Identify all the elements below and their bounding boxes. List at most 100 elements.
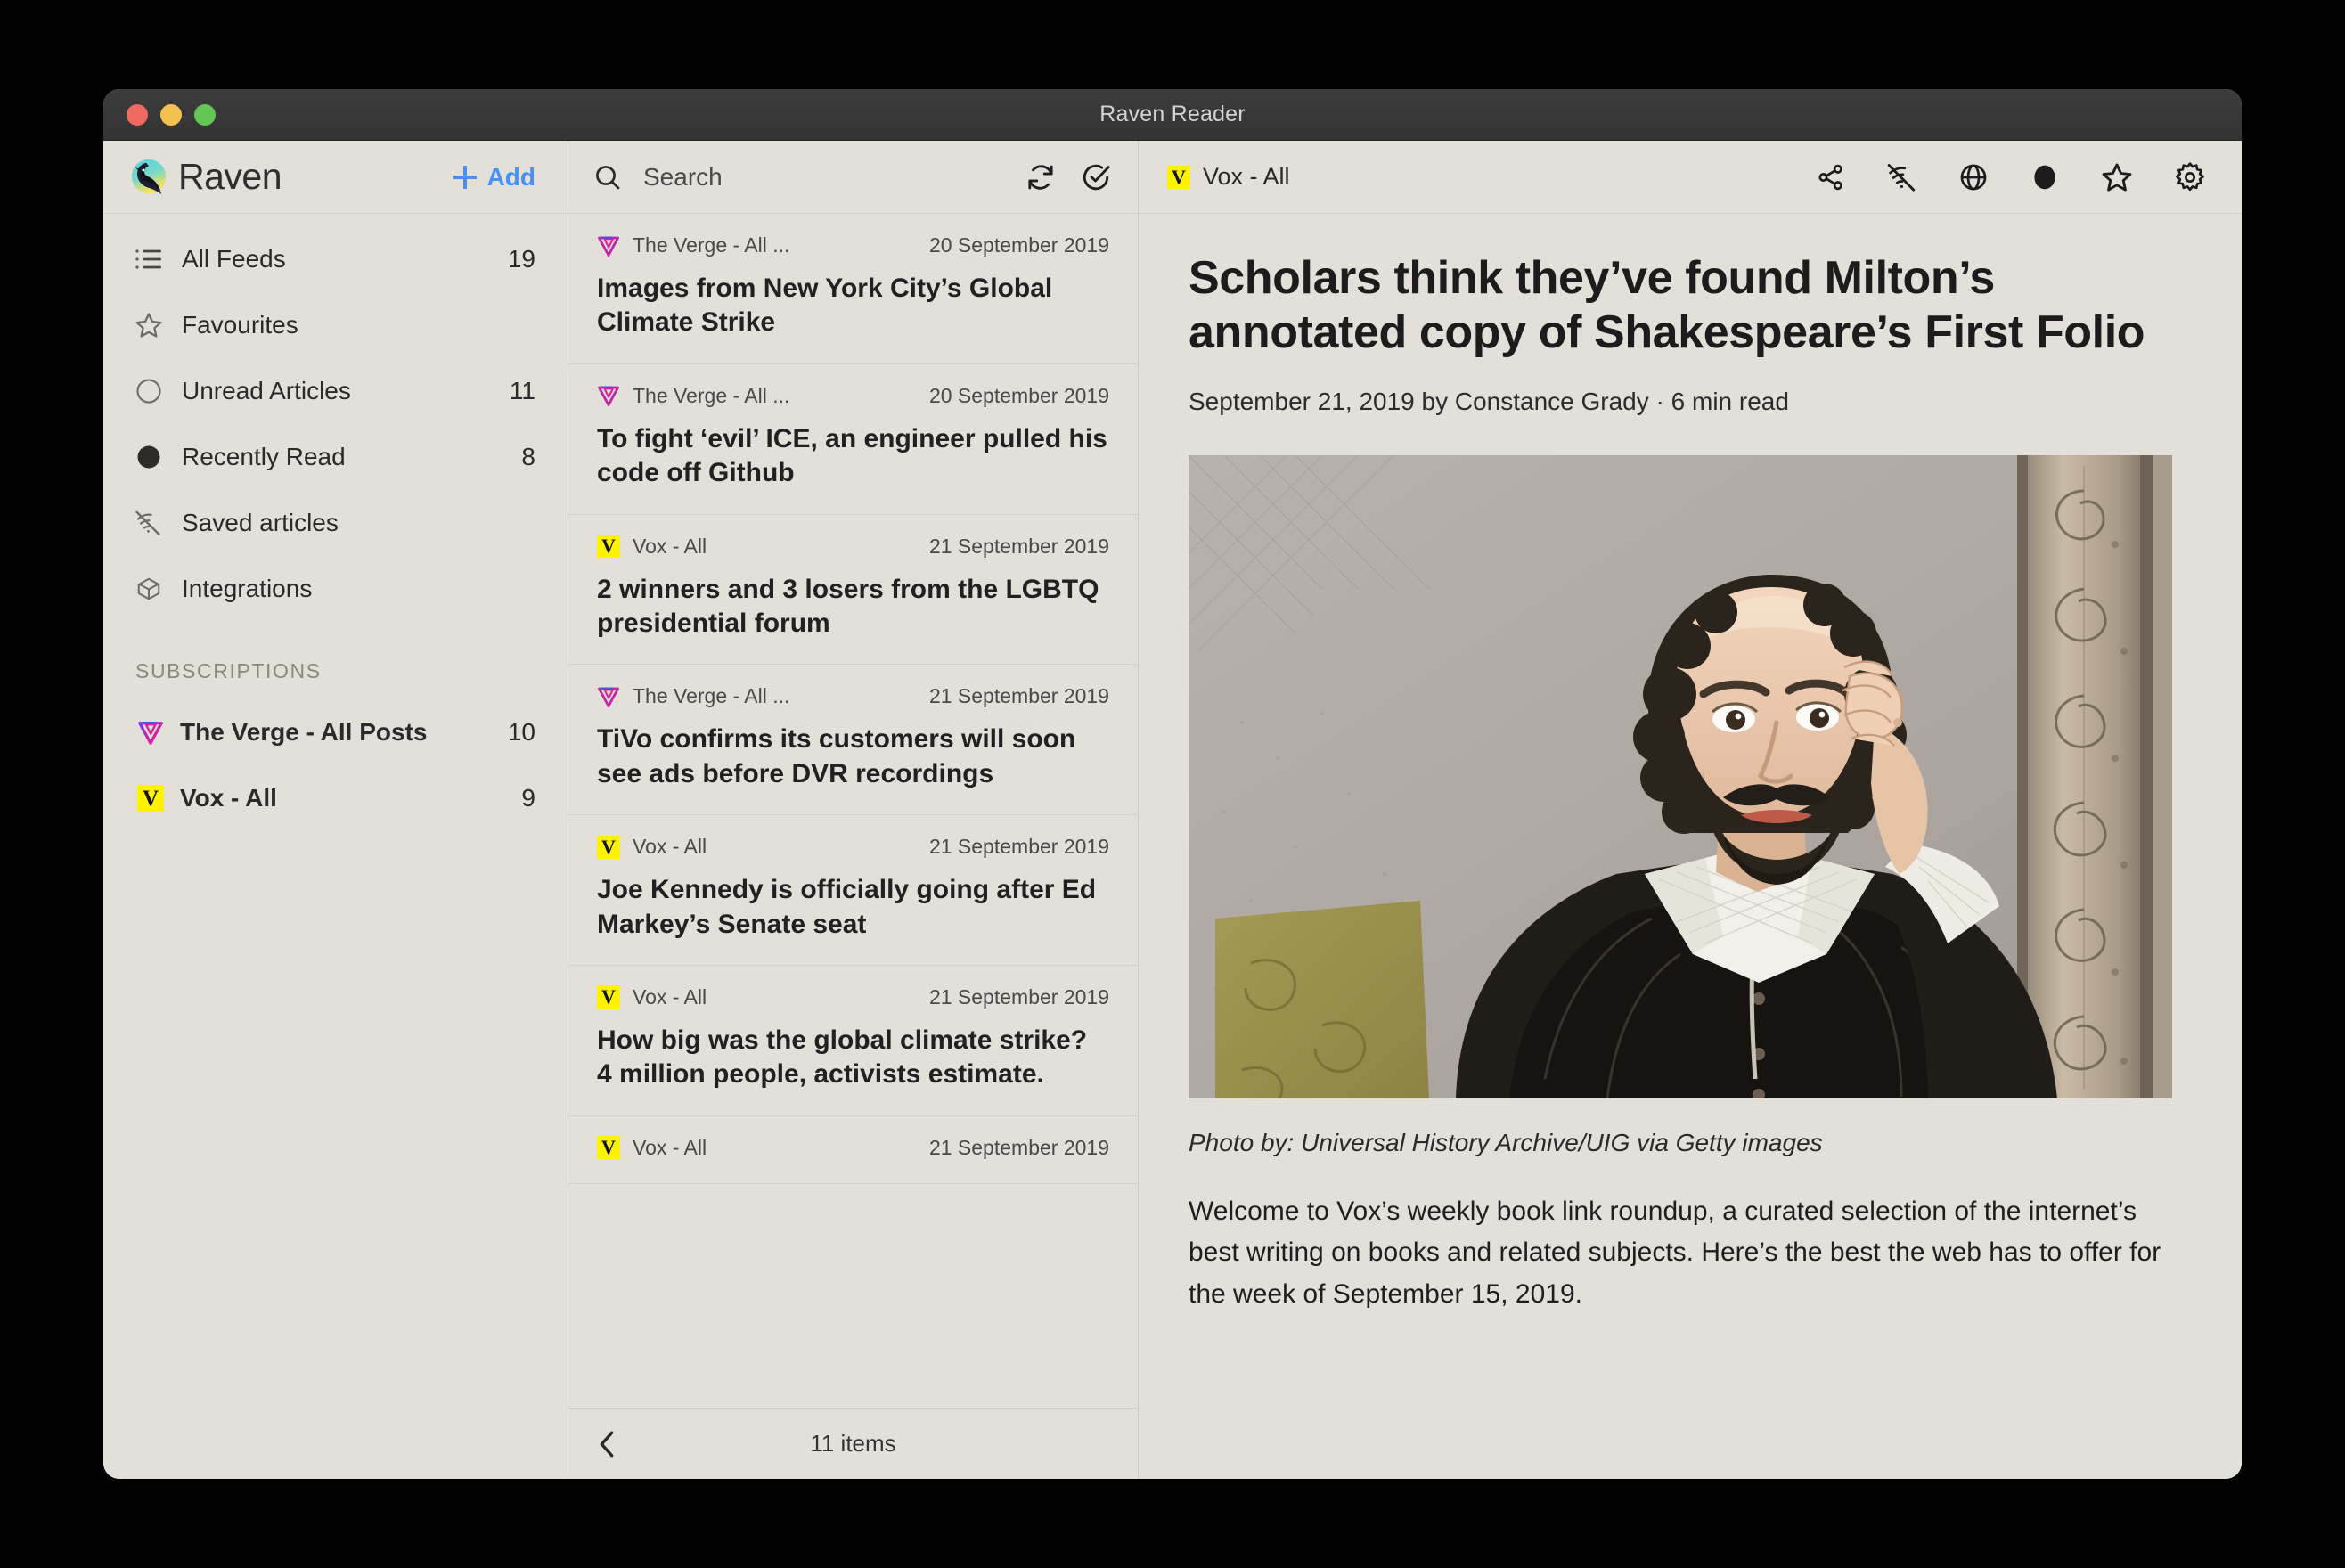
article-meta: The Verge - All ... 21 September 2019 <box>597 684 1109 708</box>
refresh-icon[interactable] <box>1025 162 1056 192</box>
article-byline: September 21, 2019 by Constance Grady · … <box>1189 387 1789 415</box>
article-meta: The Verge - All ... 20 September 2019 <box>597 233 1109 257</box>
vox-favicon-icon: V <box>597 985 622 1009</box>
sidebar-item-count: 11 <box>509 377 535 404</box>
article-feed-name: The Verge - All ... <box>633 383 790 407</box>
reader-feed-indicator: V Vox - All <box>1167 163 1290 191</box>
vox-favicon-icon: V <box>135 785 166 812</box>
vox-favicon-icon: V <box>597 535 622 559</box>
sidebar: Raven Add All Feeds 19 Favourites Unread… <box>103 141 568 1479</box>
vox-favicon-icon: V <box>1167 165 1190 189</box>
article-list-item[interactable]: V Vox - All 21 September 2019 How big wa… <box>568 966 1138 1116</box>
article-headline: Scholars think they’ve found Milton’s an… <box>1189 252 2145 359</box>
article-hero-image <box>1189 454 2172 1098</box>
sidebar-item-label: All Feeds <box>182 245 286 273</box>
sidebar-feed-label: The Verge - All Posts <box>180 718 428 746</box>
window-titlebar: Raven Reader <box>103 89 2242 141</box>
sidebar-feed-label: Vox - All <box>180 784 277 812</box>
sidebar-item-favourites[interactable]: Favourites <box>103 292 568 358</box>
reader-toolbar: V Vox - All <box>1139 141 2242 214</box>
sidebar-nav: All Feeds 19 Favourites Unread Articles … <box>103 214 568 831</box>
article-date: 21 September 2019 <box>928 835 1109 859</box>
verge-favicon-icon <box>135 719 166 746</box>
article-list-item[interactable]: V Vox - All 21 September 2019 Joe Kenned… <box>568 815 1138 966</box>
article-feed-name: The Verge - All ... <box>633 684 790 708</box>
article-count-label: 11 items <box>810 1430 896 1457</box>
reader-content: Scholars think they’ve found Milton’s an… <box>1139 214 2242 1479</box>
mark-all-read-icon[interactable] <box>1081 162 1111 192</box>
wifi-off-icon <box>132 510 166 535</box>
article-date: 20 September 2019 <box>928 233 1109 257</box>
gear-icon[interactable] <box>2174 161 2206 193</box>
article-list-column: The Verge - All ... 20 September 2019 Im… <box>568 141 1139 1479</box>
sidebar-item-label: Unread Articles <box>182 377 351 404</box>
sidebar-header: Raven Add <box>103 141 568 214</box>
sidebar-feed-the-verge[interactable]: The Verge - All Posts 10 <box>103 699 568 765</box>
article-feed-name: Vox - All <box>633 835 707 859</box>
list-icon <box>132 248 166 271</box>
article-title: TiVo confirms its customers will soon se… <box>597 724 1076 788</box>
sidebar-item-unread-articles[interactable]: Unread Articles 11 <box>103 358 568 424</box>
app-body: Raven Add All Feeds 19 Favourites Unread… <box>103 141 2242 1479</box>
window-title: Raven Reader <box>1099 102 1246 127</box>
search-input[interactable] <box>643 162 1025 192</box>
sidebar-item-integrations[interactable]: Integrations <box>103 556 568 622</box>
article-list-item[interactable]: The Verge - All ... 20 September 2019 Im… <box>568 214 1138 364</box>
article-list-item[interactable]: V Vox - All 21 September 2019 2 winners … <box>568 515 1138 666</box>
sidebar-feed-count: 10 <box>507 718 535 746</box>
sidebar-item-label: Recently Read <box>182 443 346 470</box>
chevron-left-icon[interactable] <box>595 1429 618 1459</box>
image-caption: Photo by: Universal History Archive/UIG … <box>1189 1128 1823 1156</box>
sidebar-item-label: Saved articles <box>182 509 339 536</box>
article-feed-name: The Verge - All ... <box>633 233 790 257</box>
article-title: To fight ‘evil’ ICE, an engineer pulled … <box>597 423 1107 488</box>
add-feed-label: Add <box>486 162 535 191</box>
share-icon[interactable] <box>1816 162 1846 192</box>
article-feed-name: Vox - All <box>633 1135 707 1159</box>
app-brand: Raven <box>128 156 282 198</box>
add-feed-button[interactable]: Add <box>453 163 535 192</box>
article-title: How big was the global climate strike? 4… <box>597 1025 1088 1090</box>
article-paragraph: Welcome to Vox’s weekly book link roundu… <box>1189 1196 2161 1309</box>
sidebar-feed-count: 9 <box>521 784 535 812</box>
article-list-footer: 11 items <box>568 1408 1138 1479</box>
sidebar-item-recently-read[interactable]: Recently Read 8 <box>103 424 568 490</box>
box-icon <box>132 576 166 602</box>
app-window: Raven Reader Raven Add All Feeds 19 Favo… <box>103 89 2242 1479</box>
wifi-off-icon[interactable] <box>1887 163 1917 192</box>
reader-actions <box>1816 161 2206 193</box>
plus-icon <box>453 165 477 189</box>
circle-outline-icon <box>132 378 166 404</box>
star-outline-icon <box>132 311 166 339</box>
reader-feed-label: Vox - All <box>1203 163 1290 190</box>
article-list-item[interactable]: The Verge - All ... 21 September 2019 Ti… <box>568 665 1138 816</box>
raven-logo-icon <box>131 159 167 194</box>
article-date: 21 September 2019 <box>928 534 1109 558</box>
article-date: 21 September 2019 <box>928 1135 1109 1159</box>
article-title: Images from New York City’s Global Clima… <box>597 274 1053 338</box>
globe-icon[interactable] <box>1958 162 1989 192</box>
search-icon <box>593 163 622 192</box>
article-meta: V Vox - All 21 September 2019 <box>597 535 1109 559</box>
sidebar-feed-vox[interactable]: V Vox - All 9 <box>103 765 568 831</box>
article-meta: The Verge - All ... 20 September 2019 <box>597 384 1109 408</box>
article-date: 21 September 2019 <box>928 984 1109 1009</box>
verge-favicon-icon <box>597 685 622 708</box>
article-meta: V Vox - All 21 September 2019 <box>597 985 1109 1009</box>
article-title: Joe Kennedy is officially going after Ed… <box>597 875 1097 939</box>
sidebar-item-saved-articles[interactable]: Saved articles <box>103 490 568 556</box>
article-list: The Verge - All ... 20 September 2019 Im… <box>568 214 1138 1408</box>
subscriptions-heading: SUBSCRIPTIONS <box>135 659 322 682</box>
article-list-item[interactable]: The Verge - All ... 20 September 2019 To… <box>568 364 1138 515</box>
sidebar-item-count: 19 <box>507 245 535 273</box>
sidebar-item-label: Favourites <box>182 311 298 339</box>
sidebar-item-label: Integrations <box>182 575 313 602</box>
brand-name: Raven <box>178 156 282 197</box>
circle-filled-icon[interactable] <box>2030 162 2060 192</box>
article-feed-name: Vox - All <box>633 534 707 558</box>
article-list-item[interactable]: V Vox - All 21 September 2019 <box>568 1116 1138 1184</box>
sidebar-item-all-feeds[interactable]: All Feeds 19 <box>103 226 568 292</box>
article-meta: V Vox - All 21 September 2019 <box>597 1136 1109 1160</box>
article-date: 20 September 2019 <box>928 383 1109 407</box>
star-outline-icon[interactable] <box>2101 161 2133 193</box>
